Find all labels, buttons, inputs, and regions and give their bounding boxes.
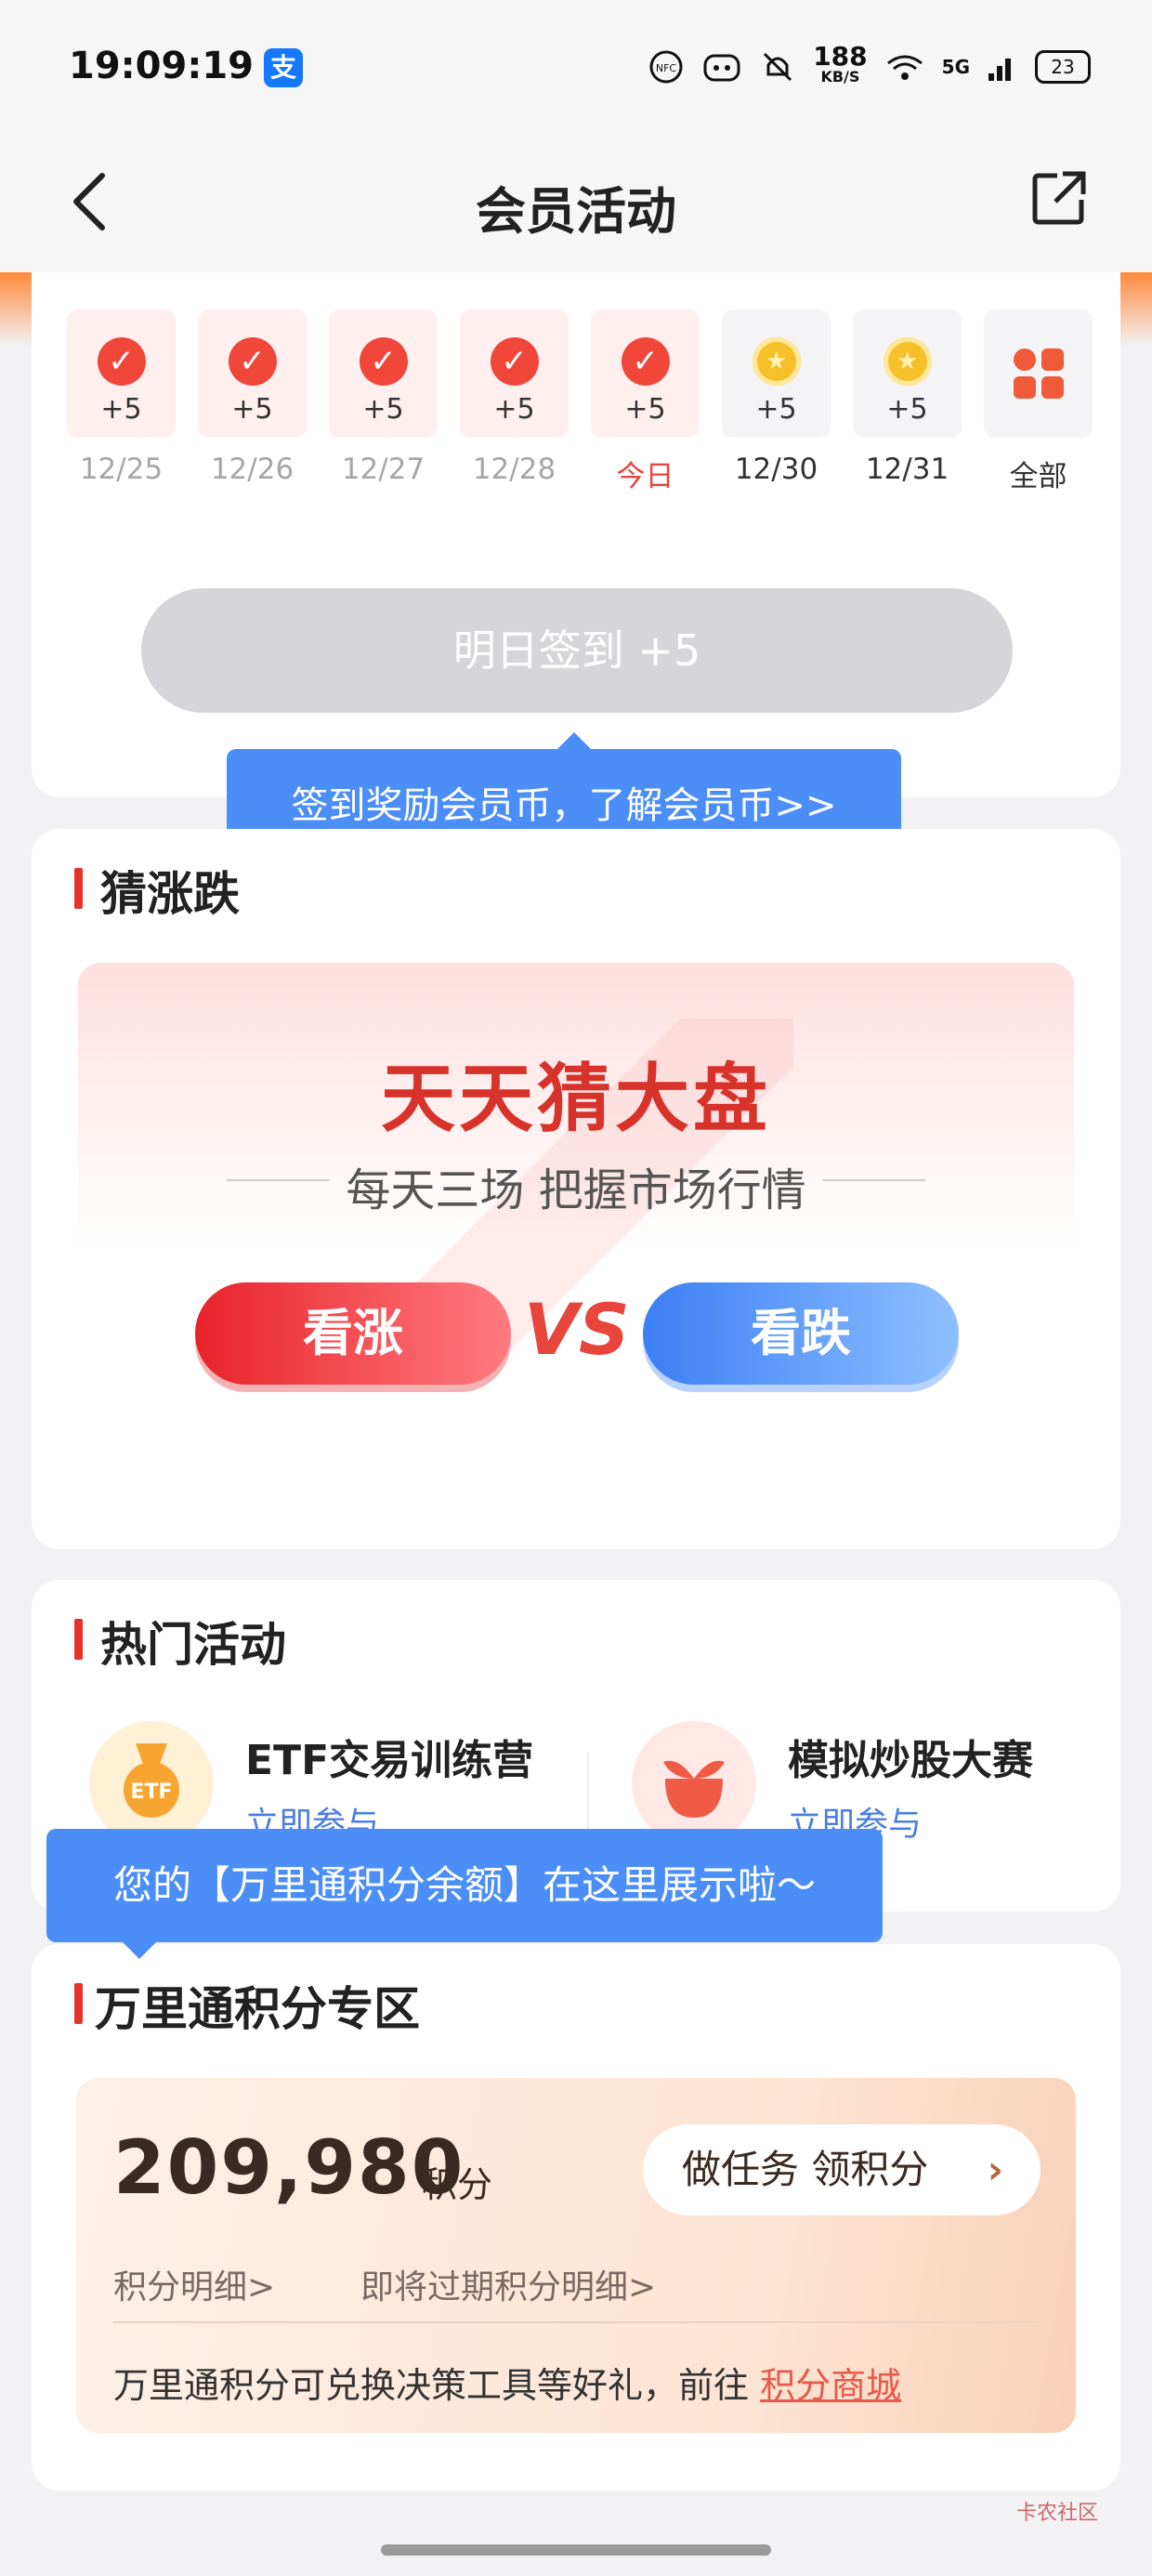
checkin-points: +5 [624,393,666,426]
points-balance-tooltip[interactable]: 您的【万里通积分余额】在这里展示啦～ [46,1829,883,1959]
status-icons: NFC 188 KB/S 5G 23 [648,43,1091,91]
checkin-points: +5 [755,393,797,426]
checkin-day-box: ✓ +5 [591,309,700,438]
earn-points-button[interactable]: 做任务 领积分 › [643,2124,1041,2215]
network-speed-value: 188 [813,41,868,72]
checkin-day[interactable]: ★ +5 12/30 [722,309,831,494]
checkin-points: +5 [231,393,273,426]
sprout-icon [632,1721,756,1846]
guess-card: 猜涨跌 天天猜大盘 每天三场 把握市场行情 看涨 VS 看跌 [32,829,1120,1549]
watermark-logo: 卡农社区 [1015,2502,1098,2525]
checkin-date: 今日 [616,460,674,493]
share-icon [1032,171,1086,225]
activity-name: 模拟炒股大赛 [788,1737,1033,1784]
chevron-right-icon: › [987,2147,1003,2192]
checkin-all-button[interactable]: 全部 [984,309,1093,494]
share-button[interactable] [1029,168,1089,228]
checkin-points: +5 [886,393,928,426]
checkin-date: 12/27 [341,453,425,486]
checkin-date: 12/25 [79,453,164,486]
points-detail-link[interactable]: 积分明细> [113,2260,275,2308]
signal-icon [988,59,1011,81]
checkin-date: 12/26 [210,453,295,486]
checkin-day[interactable]: ✓ +5 12/26 [198,309,307,494]
checkin-date: 12/28 [472,453,556,486]
coin-icon: ★ [752,337,801,386]
checkin-all-label: 全部 [1009,460,1067,493]
wifi-icon [886,55,923,80]
grid-icon [1013,348,1064,399]
points-panel: 209,980 积分 做任务 领积分 › 积分明细> 即将过期积分明细> 万里通… [76,2078,1076,2433]
checkin-points: +5 [362,393,404,426]
bull-button[interactable]: 看涨 [195,1282,511,1385]
medal-icon: ETF [89,1721,214,1846]
network-speed: 188 KB/S [813,41,868,87]
checkin-day-box: ✓ +5 [198,309,307,438]
status-bar: 19:09:19 支 NFC 188 KB/S 5G 23 [0,0,1152,135]
vs-text: VS [524,1288,630,1371]
check-icon: ✓ [490,337,539,386]
mute-icon [764,52,792,82]
guess-banner[interactable]: 天天猜大盘 每天三场 把握市场行情 看涨 VS 看跌 [78,963,1074,1446]
points-balance: 209,980 [113,2124,465,2211]
guess-banner-title: 天天猜大盘 [381,1056,771,1142]
expiring-points-link[interactable]: 即将过期积分明细> [360,2260,656,2308]
divider [113,2321,1039,2323]
status-time: 19:09:19 [69,45,254,87]
page-title: 会员活动 [476,182,676,241]
coin-icon: ★ [883,337,932,386]
checkin-day[interactable]: ★ +5 12/31 [853,309,962,494]
check-icon: ✓ [97,337,146,386]
check-icon: ✓ [359,337,408,386]
home-indicator[interactable] [381,2544,771,2556]
checkin-points: +5 [493,393,535,426]
checkin-date: 12/31 [865,453,949,486]
earn-points-label: 做任务 领积分 [682,2147,929,2192]
network-type: 5G [941,56,970,78]
checkin-card: ✓ +5 12/25 ✓ +5 12/26 ✓ +5 12/27 ✓ +5 12… [32,272,1120,797]
decor-edge-right [1120,272,1152,347]
checkin-day-today[interactable]: ✓ +5 今日 [591,309,700,494]
section-title-guess: 猜涨跌 [74,857,240,924]
checkin-day-box: ✓ +5 [460,309,569,438]
activity-name: ETF交易训练营 [245,1737,534,1784]
section-title-hot: 热门活动 [74,1608,286,1675]
svg-text:NFC: NFC [656,62,677,74]
check-icon: ✓ [621,337,670,386]
battery-icon: 23 [1035,50,1091,84]
checkin-all-box [984,309,1093,438]
checkin-date: 12/30 [734,453,818,486]
guess-banner-subtitle: 每天三场 把握市场行情 [346,1164,806,1216]
checkin-day-box: ★ +5 [722,309,831,438]
checkin-day[interactable]: ✓ +5 12/25 [67,309,176,494]
points-card: 万里通积分专区 209,980 积分 做任务 领积分 › 积分明细> 即将过期积… [32,1944,1120,2491]
nav-bar: 会员活动 [0,135,1152,272]
divider [823,1179,925,1181]
bear-button[interactable]: 看跌 [643,1282,959,1385]
vs-label: VS [524,1279,630,1381]
checkin-day-box: ✓ +5 [67,309,176,438]
points-note: 万里通积分可兑换决策工具等好礼，前往 积分商城 [113,2357,901,2408]
checkin-days: ✓ +5 12/25 ✓ +5 12/26 ✓ +5 12/27 ✓ +5 12… [67,309,1093,494]
network-speed-unit: KB/S [820,68,860,85]
decor-edge-left [0,272,32,347]
points-unit: 积分 [422,2164,493,2205]
checkin-button[interactable]: 明日签到 +5 [141,588,1013,713]
nfc-icon: NFC [649,50,683,84]
points-mall-link[interactable]: 积分商城 [760,2365,901,2406]
points-note-text: 万里通积分可兑换决策工具等好礼，前往 [113,2365,750,2406]
checkin-day[interactable]: ✓ +5 12/28 [460,309,569,494]
checkin-points: +5 [100,393,142,426]
alipay-icon: 支 [264,48,303,87]
check-icon: ✓ [228,337,277,386]
checkin-day-box: ★ +5 [853,309,962,438]
medal-text: ETF [130,1781,172,1804]
section-title-points: 万里通积分专区 [74,1972,420,2039]
checkin-day[interactable]: ✓ +5 12/27 [329,309,438,494]
checkin-day-box: ✓ +5 [329,309,438,438]
app-notification-icon [703,54,740,82]
